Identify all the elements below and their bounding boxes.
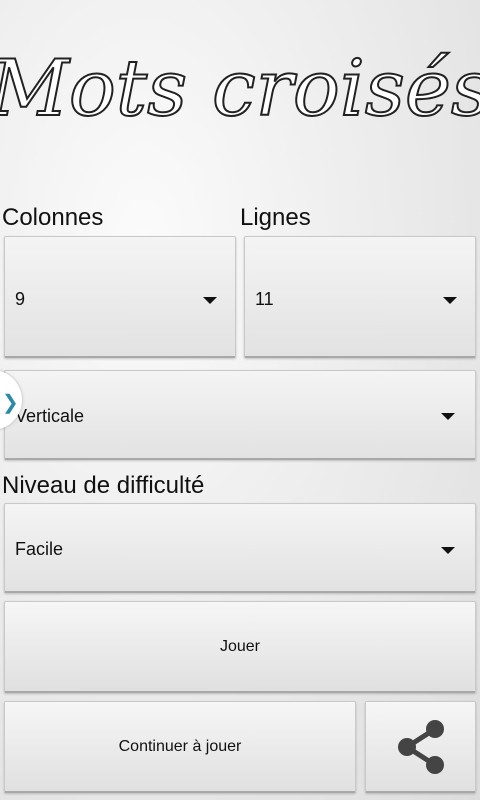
rows-label: Lignes bbox=[240, 204, 311, 231]
dropdown-arrow-icon bbox=[441, 547, 455, 554]
continue-button[interactable]: Continuer à jouer bbox=[4, 701, 356, 793]
orientation-spinner[interactable]: Verticale bbox=[4, 370, 476, 460]
columns-spinner[interactable]: 9 bbox=[4, 236, 236, 358]
share-icon bbox=[397, 719, 444, 774]
difficulty-value: Facile bbox=[15, 539, 64, 559]
dropdown-arrow-icon bbox=[441, 413, 455, 420]
columns-label: Colonnes bbox=[2, 204, 104, 231]
dropdown-arrow-icon bbox=[443, 297, 457, 304]
app-title: Mots croisés bbox=[0, 20, 480, 180]
difficulty-spinner[interactable]: Facile bbox=[4, 503, 476, 593]
chevron-right-icon: ❯ bbox=[2, 392, 19, 414]
dropdown-arrow-icon bbox=[203, 297, 217, 304]
rows-spinner[interactable]: 11 bbox=[244, 236, 476, 358]
columns-value: 9 bbox=[15, 289, 26, 309]
play-button[interactable]: Jouer bbox=[4, 601, 476, 693]
difficulty-label: Niveau de difficulté bbox=[2, 472, 205, 499]
share-button[interactable] bbox=[365, 701, 476, 793]
rows-value: 11 bbox=[255, 289, 274, 309]
app-title-text: Mots croisés bbox=[0, 44, 480, 134]
orientation-value: Verticale bbox=[15, 406, 85, 426]
